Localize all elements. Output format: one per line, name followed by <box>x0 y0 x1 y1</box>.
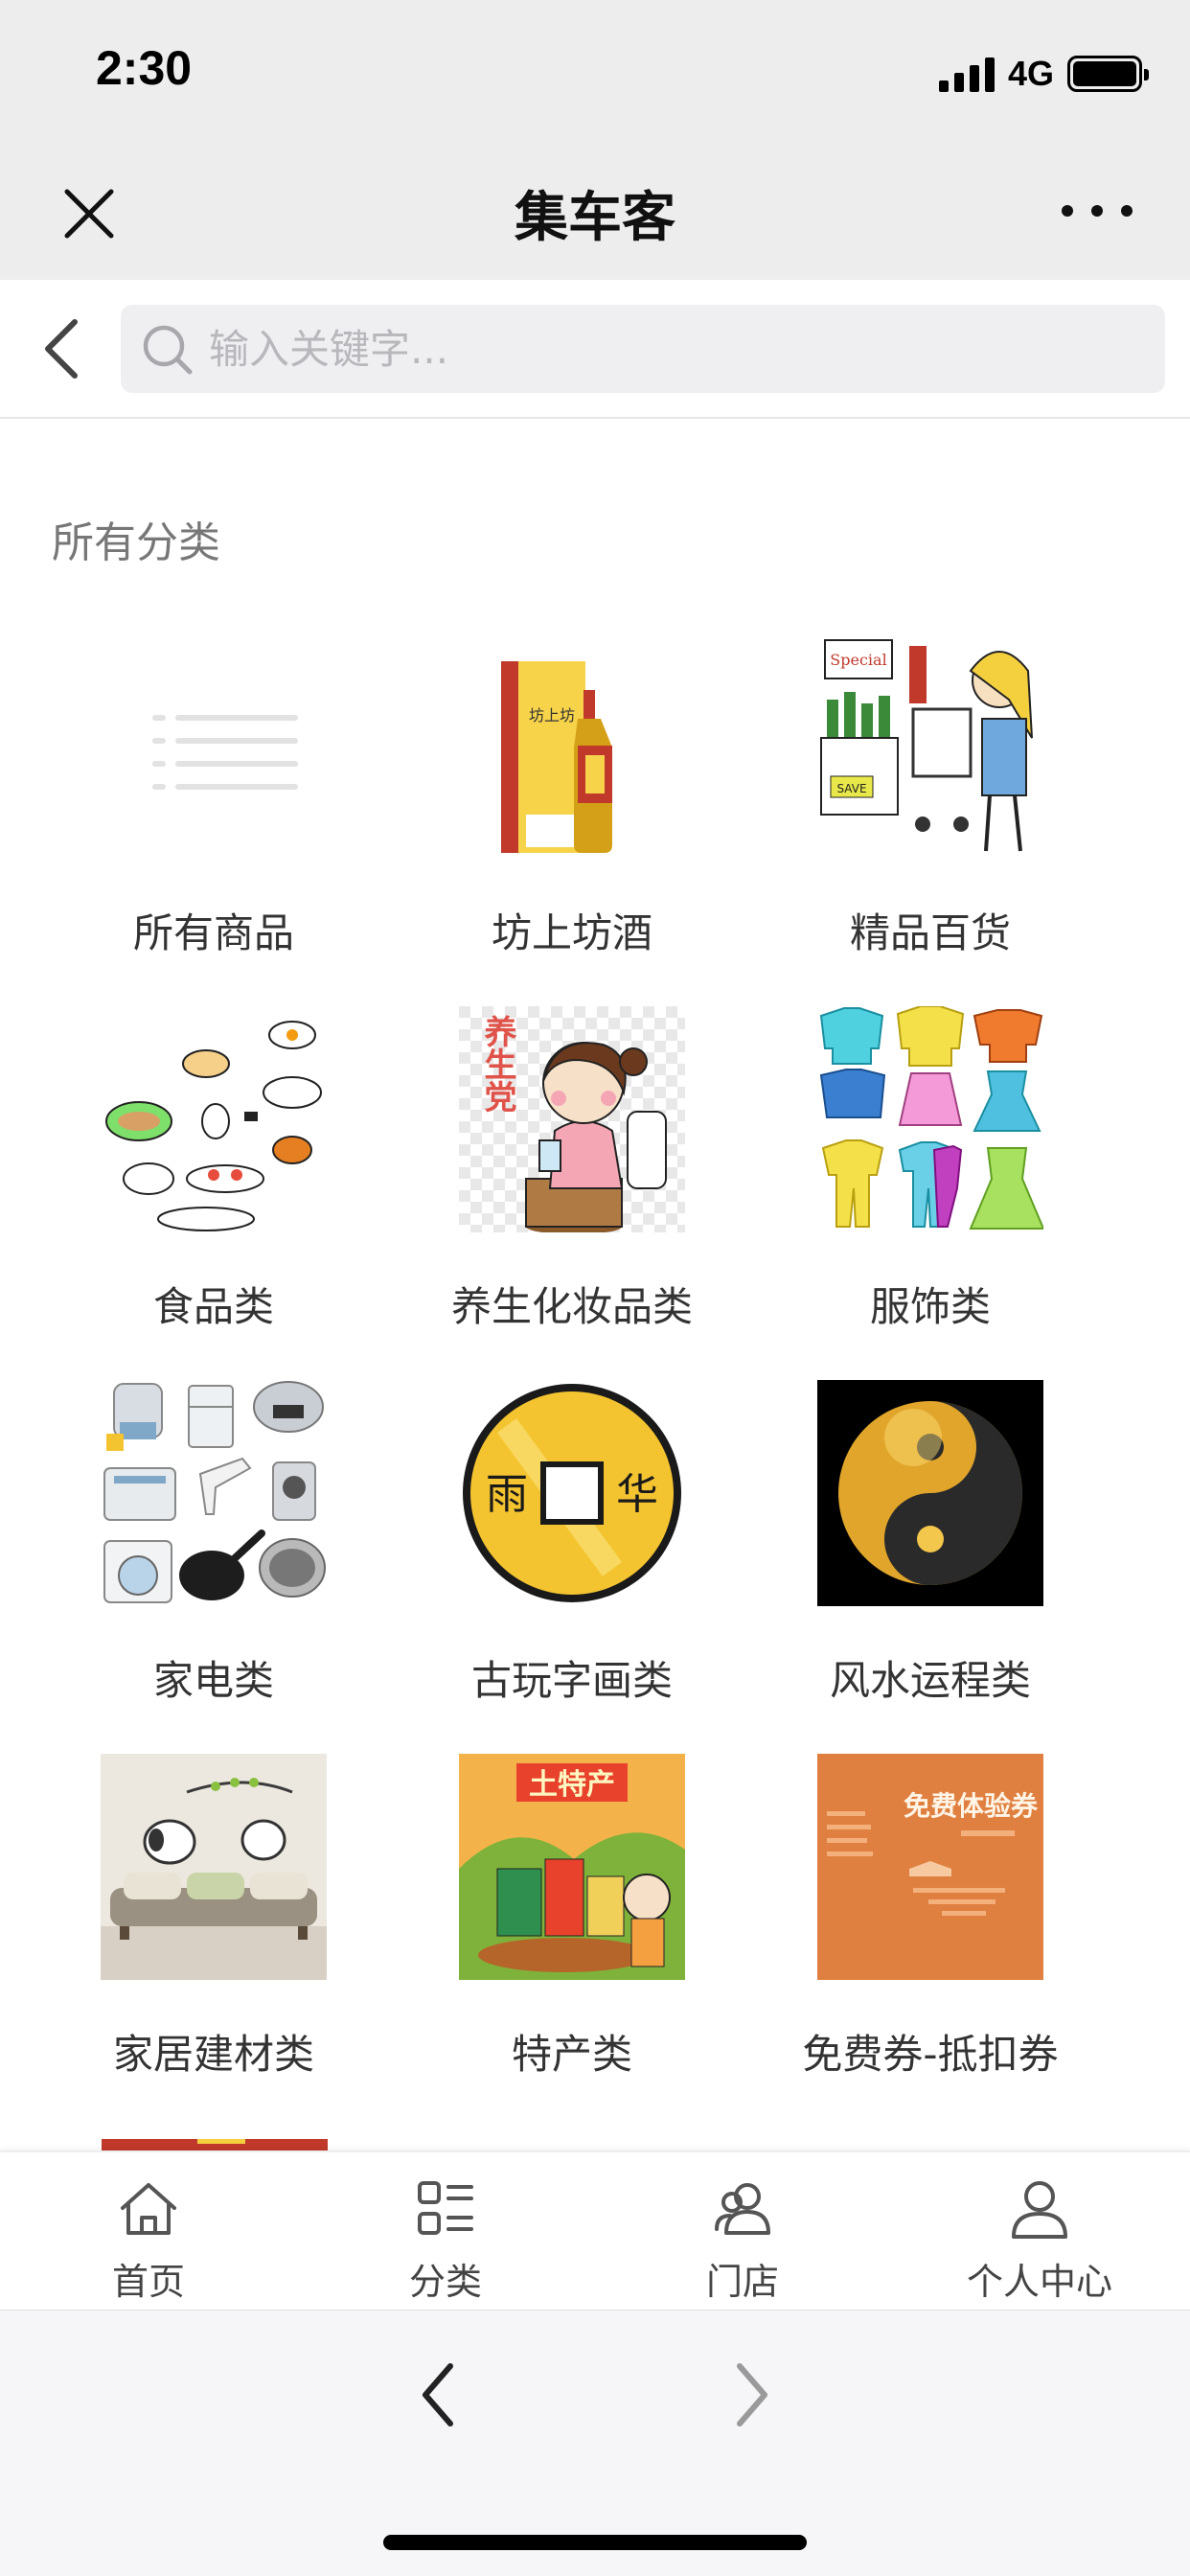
category-label: 家电类 <box>152 1657 274 1704</box>
status-bar: 2:30 4G <box>0 0 1190 144</box>
chevron-left-icon <box>45 319 78 379</box>
nav-bar: 集车客 <box>0 144 1190 280</box>
network-label: 4G <box>1007 54 1054 93</box>
category-food[interactable]: 食品类 <box>29 1006 374 1332</box>
svg-text:SAVE: SAVE <box>836 782 866 795</box>
category-label: 服饰类 <box>869 1283 991 1330</box>
food-illustration-image <box>101 1006 327 1232</box>
category-label: 养生化妆品类 <box>450 1283 693 1330</box>
browser-forward-button[interactable] <box>724 2358 778 2431</box>
coupon-image: 免费体验券 <box>817 1754 1043 1980</box>
signal-icon <box>938 56 995 92</box>
tab-label: 门店 <box>705 2261 779 2303</box>
shopping-cartoon-image: Special SAVE <box>817 632 1043 859</box>
status-indicators: 4G <box>938 53 1149 95</box>
coin-image: 雨 华 <box>459 1380 685 1606</box>
tab-label: 首页 <box>111 2261 185 2303</box>
appliances-image <box>101 1380 327 1606</box>
specialty-products-image: 土特产 <box>459 1754 685 1980</box>
search-input[interactable] <box>209 305 1129 393</box>
category-specialty[interactable]: 土特产 特产类 <box>387 1754 732 2080</box>
svg-text:雨: 雨 <box>486 1470 528 1519</box>
svg-text:Special: Special <box>830 651 886 669</box>
category-label: 特产类 <box>511 2031 632 2078</box>
svg-text:坊上坊: 坊上坊 <box>529 706 575 724</box>
chevron-right-icon <box>737 2363 767 2426</box>
section-title: 所有分类 <box>52 518 220 567</box>
tab-store[interactable]: 门店 <box>594 2152 891 2312</box>
back-button[interactable] <box>36 314 88 383</box>
home-decor-image <box>101 1754 327 1980</box>
category-all-products[interactable]: 所有商品 <box>29 632 374 958</box>
partial-category-thumbnail <box>102 2139 328 2150</box>
category-boutique[interactable]: Special SAVE 精品百货 <box>745 632 1090 958</box>
search-box[interactable] <box>121 305 1165 393</box>
tab-home[interactable]: 首页 <box>0 2152 297 2312</box>
category-home-building[interactable]: 家居建材类 <box>29 1754 374 2080</box>
svg-text:土特产: 土特产 <box>529 1768 615 1802</box>
browser-toolbar <box>0 2310 1190 2576</box>
category-fengshui[interactable]: 风水运程类 <box>745 1380 1090 1706</box>
browser-back-button[interactable] <box>412 2358 466 2431</box>
status-time: 2:30 <box>96 41 193 95</box>
category-clothing[interactable]: 服饰类 <box>745 1006 1090 1332</box>
svg-text:华: 华 <box>616 1470 658 1519</box>
svg-text:养生党: 养生党 <box>478 1014 516 1113</box>
search-icon <box>143 325 193 375</box>
category-label: 古玩字画类 <box>470 1657 673 1704</box>
svg-text:免费体验券: 免费体验券 <box>904 1790 1039 1822</box>
category-label: 免费券-抵扣券 <box>802 2031 1059 2078</box>
home-indicator[interactable] <box>383 2535 807 2550</box>
liquor-image: 坊上坊 <box>459 632 685 859</box>
clothing-image <box>817 1006 1043 1232</box>
category-liquor[interactable]: 坊上坊 坊上坊酒 <box>387 632 732 958</box>
home-icon <box>121 2183 176 2235</box>
search-row <box>0 280 1190 419</box>
page-title: 集车客 <box>515 187 675 249</box>
tab-label: 个人中心 <box>966 2261 1112 2303</box>
tab-bar: 首页 分类 门店 个人中心 <box>0 2150 1190 2310</box>
category-label: 家居建材类 <box>112 2031 314 2078</box>
tab-category[interactable]: 分类 <box>297 2152 594 2312</box>
category-label: 风水运程类 <box>829 1657 1031 1704</box>
category-label: 精品百货 <box>849 909 1011 956</box>
health-cartoon-image: 养生党 <box>459 1006 685 1232</box>
category-health-cosmetics[interactable]: 养生党 养生化妆品类 <box>387 1006 732 1332</box>
chevron-left-icon <box>423 2363 453 2426</box>
battery-icon <box>1067 56 1149 92</box>
category-label: 食品类 <box>152 1283 274 1330</box>
more-button[interactable] <box>1062 192 1133 230</box>
user-icon <box>1012 2181 1067 2239</box>
category-antiques[interactable]: 雨 华 古玩字画类 <box>387 1380 732 1706</box>
yinyang-image <box>817 1380 1043 1606</box>
list-icon <box>101 632 327 859</box>
category-icon <box>418 2181 473 2235</box>
category-coupons[interactable]: 免费体验券 免费券-抵扣券 <box>745 1754 1090 2080</box>
category-appliances[interactable]: 家电类 <box>29 1380 374 1706</box>
tab-profile[interactable]: 个人中心 <box>891 2152 1188 2312</box>
store-icon <box>715 2183 770 2235</box>
category-label: 所有商品 <box>132 909 294 956</box>
category-label: 坊上坊酒 <box>491 909 652 956</box>
tab-label: 分类 <box>408 2261 482 2303</box>
